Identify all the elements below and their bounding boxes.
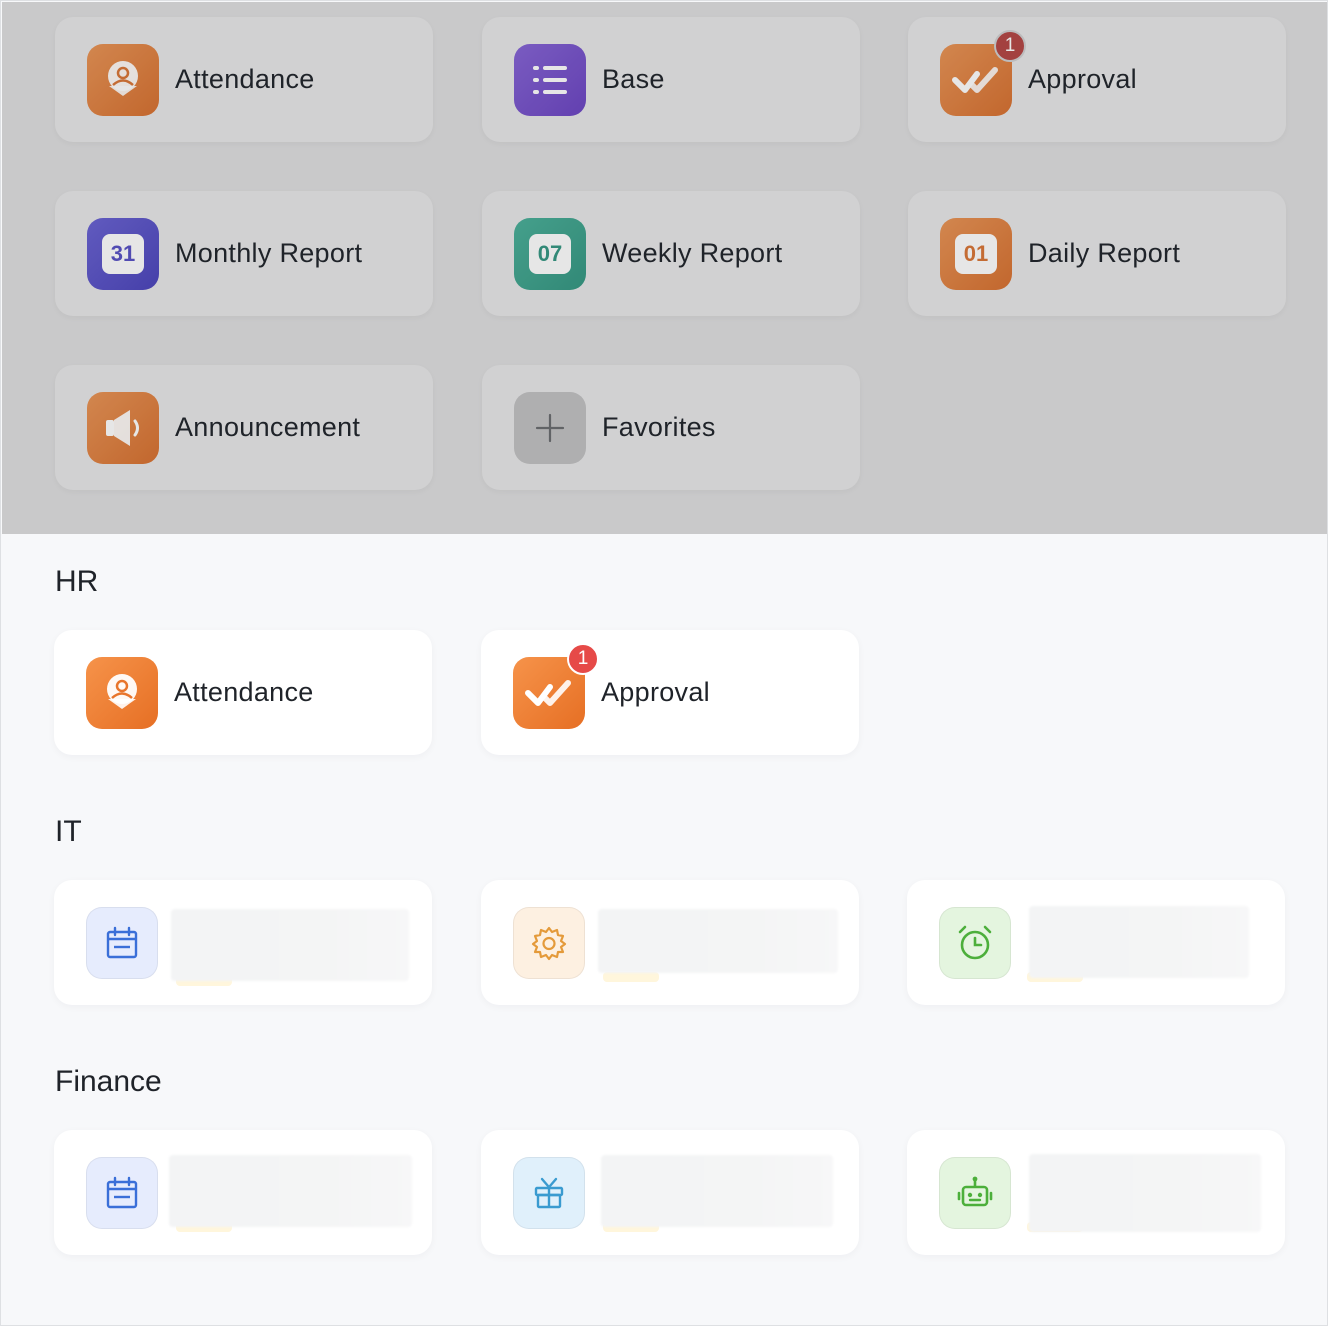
attendance-icon [87, 43, 159, 116]
favorite-attendance-label: Attendance [175, 64, 315, 94]
gear-icon [513, 906, 585, 979]
favorite-announcement-label: Announcement [175, 412, 361, 442]
favorite-attendance-card[interactable]: Attendance [55, 17, 433, 142]
finance-app-card-2[interactable] [481, 1130, 859, 1255]
favorite-base-label: Base [602, 64, 665, 94]
plus-icon [514, 391, 586, 464]
approval-icon: 1 [940, 29, 1026, 116]
favorite-base-card[interactable]: Base [482, 17, 860, 142]
redacted-tab [603, 972, 659, 982]
notification-badge: 1 [567, 642, 599, 675]
favorite-daily-report-card[interactable]: 01 Daily Report [908, 191, 1286, 316]
gift-icon [513, 1156, 585, 1229]
hr-approval-label: Approval [601, 677, 710, 707]
megaphone-icon [87, 391, 159, 464]
calendar-day-number: 31 [102, 233, 144, 274]
add-favorites-label: Favorites [602, 412, 716, 442]
calendar-day-number: 01 [955, 233, 997, 274]
app-center-window: Attendance Base 1 Approval 31 Monthly Re… [0, 0, 1328, 1326]
approval-icon: 1 [513, 642, 599, 729]
section-title-finance: Finance [55, 1065, 162, 1098]
favorite-weekly-report-label: Weekly Report [602, 238, 783, 268]
add-favorites-card[interactable]: Favorites [482, 365, 860, 490]
alarm-clock-icon [939, 906, 1011, 979]
calendar-07-icon: 07 [514, 217, 586, 290]
calendar-icon [86, 906, 158, 979]
redacted-app-name [169, 1155, 412, 1227]
favorite-daily-report-label: Daily Report [1028, 238, 1181, 268]
favorite-approval-card[interactable]: 1 Approval [908, 17, 1286, 142]
it-app-card-1[interactable] [54, 880, 432, 1005]
favorite-monthly-report-card[interactable]: 31 Monthly Report [55, 191, 433, 316]
base-list-icon [514, 43, 586, 116]
finance-app-card-1[interactable] [54, 1130, 432, 1255]
it-app-card-3[interactable] [907, 880, 1285, 1005]
notification-badge: 1 [994, 29, 1026, 62]
redacted-app-name [171, 909, 409, 981]
calendar-icon [86, 1156, 158, 1229]
favorites-panel: Attendance Base 1 Approval 31 Monthly Re… [2, 2, 1327, 534]
favorite-announcement-card[interactable]: Announcement [55, 365, 433, 490]
section-title-hr: HR [55, 565, 99, 598]
section-title-it: IT [55, 815, 82, 848]
hr-attendance-label: Attendance [174, 677, 314, 707]
redacted-app-name [598, 909, 838, 973]
favorite-weekly-report-card[interactable]: 07 Weekly Report [482, 191, 860, 316]
attendance-icon [86, 656, 158, 729]
redacted-app-name [1029, 906, 1249, 978]
calendar-day-number: 07 [529, 233, 571, 274]
calendar-31-icon: 31 [87, 217, 159, 290]
hr-attendance-card[interactable]: Attendance [54, 630, 432, 755]
favorite-monthly-report-label: Monthly Report [175, 238, 363, 268]
robot-icon [939, 1156, 1011, 1229]
favorite-approval-label: Approval [1028, 64, 1137, 94]
hr-approval-card[interactable]: 1 Approval [481, 630, 859, 755]
finance-app-card-3[interactable] [907, 1130, 1285, 1255]
calendar-01-icon: 01 [940, 217, 1012, 290]
it-app-card-2[interactable] [481, 880, 859, 1005]
redacted-app-name [1029, 1154, 1261, 1232]
redacted-app-name [601, 1155, 833, 1227]
